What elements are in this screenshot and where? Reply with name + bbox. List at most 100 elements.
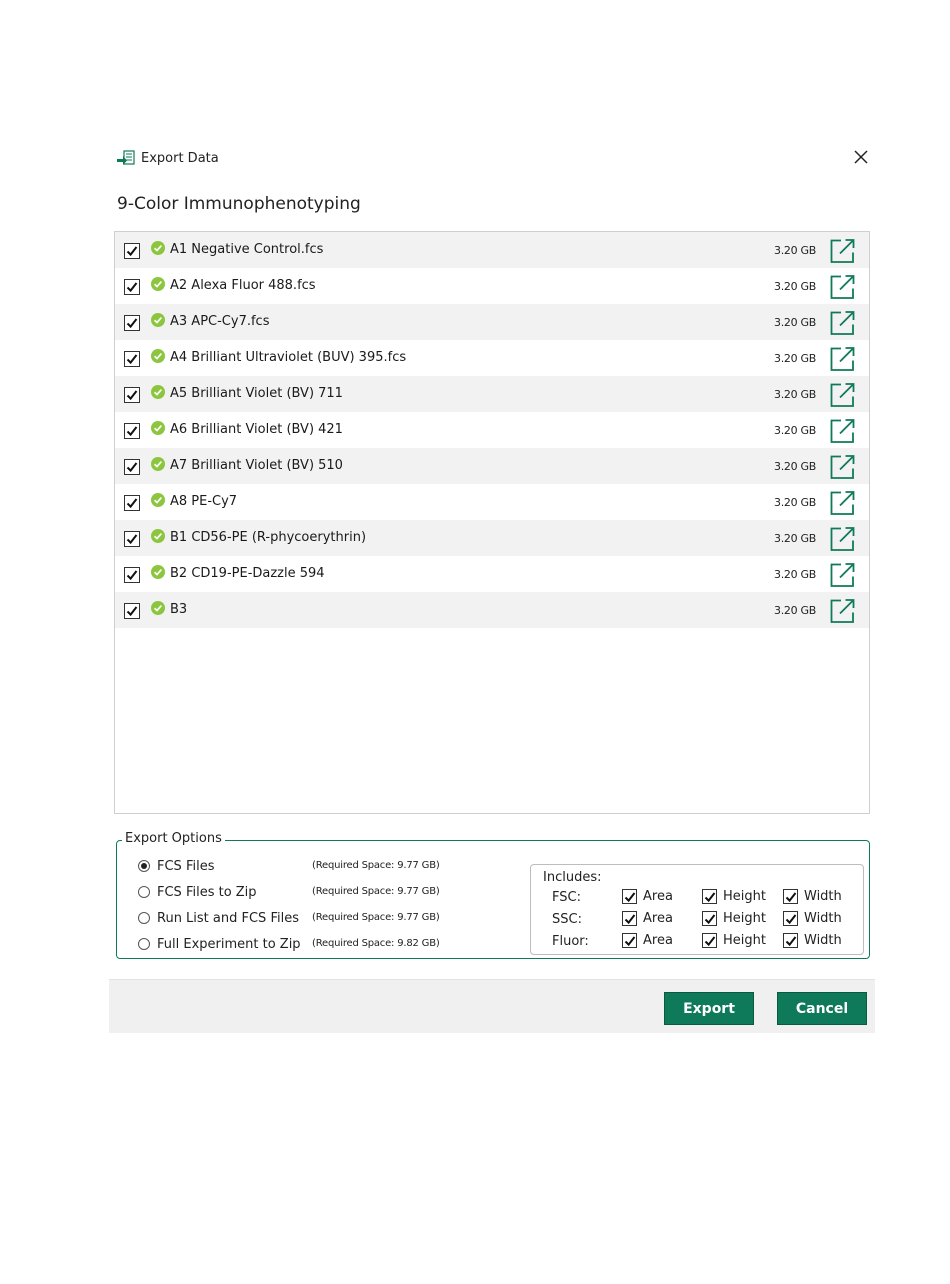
export-option-label: FCS Files (157, 858, 215, 874)
includes-option[interactable]: Width (783, 933, 842, 948)
radio-button[interactable] (138, 860, 150, 872)
dialog-title: Export Data (141, 150, 219, 166)
file-row[interactable]: B3 3.20 GB (115, 592, 869, 628)
includes-checkbox[interactable] (783, 889, 798, 904)
export-options-legend: Export Options (122, 831, 225, 846)
file-name: A4 Brilliant Ultraviolet (BUV) 395.fcs (170, 350, 407, 365)
check-circle-icon (151, 241, 165, 255)
export-option-radio[interactable]: FCS Files (138, 857, 214, 875)
file-checkbox[interactable] (124, 243, 140, 259)
file-row[interactable]: A7 Brilliant Violet (BV) 510 3.20 GB (115, 448, 869, 484)
open-external-icon[interactable] (828, 381, 856, 409)
export-data-icon (117, 150, 135, 165)
file-checkbox[interactable] (124, 423, 140, 439)
open-external-icon[interactable] (828, 597, 856, 625)
file-checkbox[interactable] (124, 495, 140, 511)
file-row[interactable]: A4 Brilliant Ultraviolet (BUV) 395.fcs 3.… (115, 340, 869, 376)
open-external-icon[interactable] (828, 453, 856, 481)
includes-option-label: Height (723, 889, 766, 904)
radio-button[interactable] (138, 938, 150, 950)
includes-option-label: Area (643, 911, 673, 926)
includes-checkbox[interactable] (783, 933, 798, 948)
includes-checkbox[interactable] (702, 889, 717, 904)
includes-option[interactable]: Height (702, 889, 766, 904)
file-row[interactable]: A1 Negative Control.fcs 3.20 GB (115, 232, 869, 268)
export-option-label: Run List and FCS Files (157, 910, 299, 926)
includes-option[interactable]: Height (702, 911, 766, 926)
open-external-icon[interactable] (828, 489, 856, 517)
file-checkbox[interactable] (124, 387, 140, 403)
file-checkbox[interactable] (124, 603, 140, 619)
open-external-icon[interactable] (828, 417, 856, 445)
export-button[interactable]: Export (664, 992, 754, 1025)
file-name: B1 CD56-PE (R-phycoerythrin) (170, 530, 367, 545)
includes-option[interactable]: Width (783, 911, 842, 926)
required-space-text: (Required Space: 9.82 GB) (312, 938, 440, 949)
file-size: 3.20 GB (774, 424, 816, 437)
file-size: 3.20 GB (774, 604, 816, 617)
includes-option[interactable]: Width (783, 889, 842, 904)
radio-button[interactable] (138, 912, 150, 924)
file-row[interactable]: A3 APC-Cy7.fcs 3.20 GB (115, 304, 869, 340)
export-option-label: FCS Files to Zip (157, 884, 257, 900)
file-checkbox[interactable] (124, 279, 140, 295)
includes-title: Includes: (543, 870, 602, 885)
check-circle-icon (151, 493, 165, 507)
dialog-footer (109, 979, 875, 1033)
export-option-radio[interactable]: FCS Files to Zip (138, 883, 257, 901)
close-icon[interactable] (851, 147, 871, 167)
open-external-icon[interactable] (828, 237, 856, 265)
includes-option[interactable]: Area (622, 911, 673, 926)
check-circle-icon (151, 529, 165, 543)
export-option-radio[interactable]: Full Experiment to Zip (138, 935, 301, 953)
includes-option[interactable]: Area (622, 933, 673, 948)
file-row[interactable]: A6 Brilliant Violet (BV) 421 3.20 GB (115, 412, 869, 448)
includes-option-label: Height (723, 911, 766, 926)
open-external-icon[interactable] (828, 273, 856, 301)
includes-checkbox[interactable] (702, 933, 717, 948)
file-name: A8 PE-Cy7 (170, 494, 238, 509)
file-name: B2 CD19-PE-Dazzle 594 (170, 566, 325, 581)
open-external-icon[interactable] (828, 561, 856, 589)
includes-option-label: Area (643, 889, 673, 904)
includes-checkbox[interactable] (702, 911, 717, 926)
file-size: 3.20 GB (774, 244, 816, 257)
file-name: A5 Brilliant Violet (BV) 711 (170, 386, 343, 401)
includes-checkbox[interactable] (622, 933, 637, 948)
file-checkbox[interactable] (124, 315, 140, 331)
file-name: B3 (170, 602, 188, 617)
includes-row-label: SSC: (552, 912, 582, 927)
file-checkbox[interactable] (124, 567, 140, 583)
open-external-icon[interactable] (828, 345, 856, 373)
includes-option[interactable]: Height (702, 933, 766, 948)
file-size: 3.20 GB (774, 280, 816, 293)
includes-checkbox[interactable] (783, 911, 798, 926)
export-option-radio[interactable]: Run List and FCS Files (138, 909, 299, 927)
includes-row-label: Fluor: (552, 934, 589, 949)
file-row[interactable]: B2 CD19-PE-Dazzle 594 3.20 GB (115, 556, 869, 592)
file-row[interactable]: A5 Brilliant Violet (BV) 711 3.20 GB (115, 376, 869, 412)
file-checkbox[interactable] (124, 351, 140, 367)
includes-option[interactable]: Area (622, 889, 673, 904)
file-checkbox[interactable] (124, 459, 140, 475)
file-row[interactable]: A8 PE-Cy7 3.20 GB (115, 484, 869, 520)
radio-button[interactable] (138, 886, 150, 898)
required-space-text: (Required Space: 9.77 GB) (312, 886, 440, 897)
file-checkbox[interactable] (124, 531, 140, 547)
file-row[interactable]: B1 CD56-PE (R-phycoerythrin) 3.20 GB (115, 520, 869, 556)
export-option-label: Full Experiment to Zip (157, 936, 301, 952)
open-external-icon[interactable] (828, 309, 856, 337)
check-circle-icon (151, 457, 165, 471)
includes-option-label: Width (804, 911, 842, 926)
dialog-titlebar: Export Data (117, 147, 219, 169)
file-size: 3.20 GB (774, 352, 816, 365)
includes-checkbox[interactable] (622, 889, 637, 904)
includes-checkbox[interactable] (622, 911, 637, 926)
cancel-button[interactable]: Cancel (777, 992, 867, 1025)
file-list[interactable]: A1 Negative Control.fcs 3.20 GB A2 Alexa F… (114, 231, 870, 814)
includes-option-label: Width (804, 933, 842, 948)
open-external-icon[interactable] (828, 525, 856, 553)
file-size: 3.20 GB (774, 316, 816, 329)
file-row[interactable]: A2 Alexa Fluor 488.fcs 3.20 GB (115, 268, 869, 304)
check-circle-icon (151, 277, 165, 291)
